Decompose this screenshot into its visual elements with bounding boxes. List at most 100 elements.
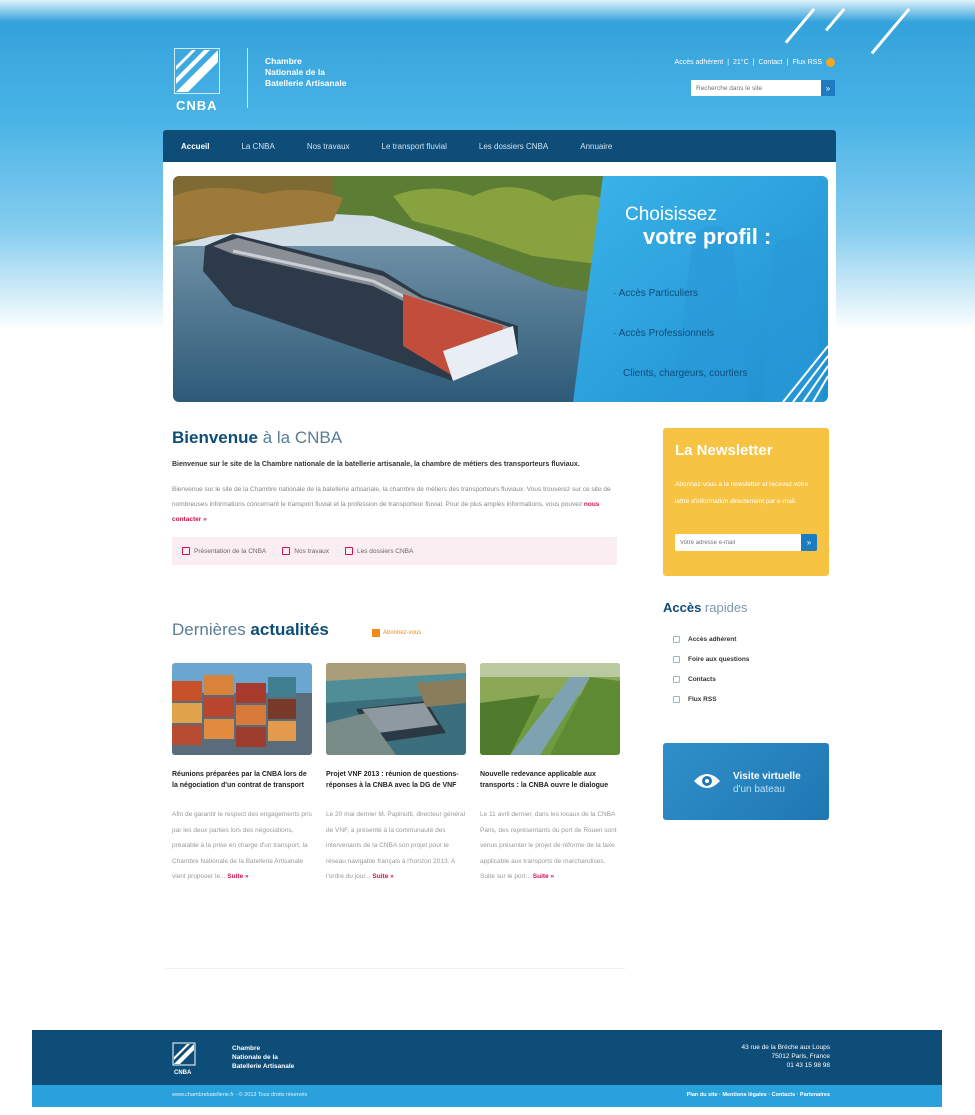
profile-link-particuliers[interactable]: · Accès Particuliers: [613, 288, 698, 299]
read-more-link[interactable]: Suite »: [227, 873, 248, 880]
news-heading: Dernières actualités: [172, 620, 329, 640]
org-name-line: Batellerie Artisanale: [265, 78, 347, 88]
quick-access-rss[interactable]: Flux RSS: [663, 689, 829, 709]
welcome-title: Bienvenue à la CNBA: [172, 428, 617, 448]
read-more-link[interactable]: Suite »: [372, 873, 393, 880]
newsletter-title: La Newsletter: [675, 442, 773, 459]
footer-copyright: www.chambrebatellerie.fr - © 2013 Tous d…: [172, 1092, 308, 1098]
footer-links[interactable]: Plan du site · Mentions légales · Contac…: [687, 1092, 830, 1098]
footer-logo-icon[interactable]: CNBA: [172, 1042, 198, 1076]
quick-link-dossiers[interactable]: Les dossiers CNBA: [344, 547, 414, 555]
profile-link-label: Accès Professionnels: [618, 328, 715, 339]
quick-access-title-bold: Accès: [663, 600, 702, 615]
hero-frame: Choisissez votre profil : · Accès Partic…: [163, 162, 836, 410]
news-card: Réunions préparées par la CNBA lors de l…: [172, 663, 312, 885]
quick-access-title: Accès rapides: [663, 600, 829, 615]
quick-access-member[interactable]: Accès adhérent: [663, 629, 829, 649]
quick-link-travaux[interactable]: Nos travaux: [282, 547, 329, 555]
separator: |: [727, 59, 730, 66]
welcome-quick-links: Présentation de la CNBA Nos travaux Les …: [172, 537, 617, 565]
rss-icon: [673, 695, 680, 703]
content-divider: [165, 968, 625, 969]
news-heading-light: Dernières: [172, 620, 251, 639]
newsletter-submit-button[interactable]: »: [801, 534, 817, 551]
news-title[interactable]: Réunions préparées par la CNBA lors de l…: [172, 769, 312, 791]
org-name-line: Nationale de la: [265, 67, 325, 77]
nav-item-accueil[interactable]: Accueil: [181, 142, 209, 151]
news-image-river[interactable]: [480, 663, 620, 755]
logo-divider: [247, 48, 248, 108]
read-more-link[interactable]: Suite »: [533, 873, 554, 880]
footer-phone: 01 43 15 98 98: [786, 1062, 830, 1069]
quick-access-label: Contacts: [688, 675, 716, 683]
containers-image: [172, 663, 312, 755]
question-icon: [673, 655, 680, 663]
welcome-title-rest: à la CNBA: [257, 428, 343, 447]
search-input[interactable]: [691, 80, 821, 96]
news-card: Nouvelle redevance applicable aux transp…: [480, 663, 620, 885]
news-excerpt: Le 11 avril dernier, dans les locaux de …: [480, 807, 620, 885]
water-surface-decoration: [0, 0, 975, 22]
contact-link[interactable]: Contact: [758, 59, 782, 66]
virtual-tour-line1: Visite virtuelle: [733, 771, 801, 782]
quick-access-contacts[interactable]: Contacts: [663, 669, 829, 689]
news-rss-subscribe[interactable]: Abonnez-vous: [372, 629, 421, 637]
quick-link-label: Présentation de la CNBA: [194, 547, 267, 555]
footer-logo-text: CNBA: [174, 1070, 192, 1076]
news-card: Projet VNF 2013 : réunion de questions-r…: [326, 663, 466, 885]
footer-org-line: Nationale de la: [232, 1054, 278, 1061]
search-form: »: [691, 80, 835, 96]
quick-access-label: Flux RSS: [688, 695, 717, 703]
footer-org-line: Batellerie Artisanale: [232, 1063, 295, 1070]
welcome-lead: Bienvenue sur le site de la Chambre nati…: [172, 461, 580, 468]
cnba-logo[interactable]: CNBA: [170, 48, 228, 116]
main-navigation: Accueil La CNBA Nos travaux Le transport…: [163, 130, 836, 162]
quick-link-presentation[interactable]: Présentation de la CNBA: [182, 547, 266, 555]
quick-access-list: Accès adhérent Foire aux questions Conta…: [663, 629, 829, 709]
separator: |: [786, 59, 789, 66]
virtual-tour-banner[interactable]: Visite virtuelle d'un bateau: [663, 743, 829, 820]
folder-icon: [344, 547, 353, 555]
site-footer: CNBA Chambre Nationale de la Batellerie …: [32, 1030, 942, 1085]
profile-link-clients[interactable]: Clients, chargeurs, courtiers: [623, 368, 748, 379]
barge-image: [326, 663, 466, 755]
quick-link-label: Les dossiers CNBA: [356, 547, 414, 555]
footer-address-line: 43 rue de la Bréche aux Loups: [741, 1044, 830, 1051]
hero-title-line2: votre profil :: [643, 224, 772, 249]
profile-link-professionnels[interactable]: · Accès Professionnels: [613, 328, 714, 339]
hero-title-line1: Choisissez: [625, 204, 717, 225]
rss-icon[interactable]: [826, 58, 835, 67]
nav-item-nos-travaux[interactable]: Nos travaux: [307, 142, 350, 151]
member-access-link[interactable]: Accès adhérent: [675, 59, 724, 66]
river-landscape-image: [480, 663, 620, 755]
profile-link-label: Accès Particuliers: [618, 288, 699, 299]
logo-mark-icon: [174, 48, 220, 94]
footer-address: 43 rue de la Bréche aux Loups 75012 Pari…: [741, 1043, 830, 1070]
nav-item-annuaire[interactable]: Annuaire: [580, 142, 612, 151]
nav-item-transport-fluvial[interactable]: Le transport fluvial: [382, 142, 447, 151]
quick-access-faq[interactable]: Foire aux questions: [663, 649, 829, 669]
key-icon: [673, 635, 680, 643]
logo-text: CNBA: [176, 98, 218, 113]
rss-icon: [372, 629, 380, 637]
newsletter-form: »: [675, 534, 817, 551]
news-image-containers[interactable]: [172, 663, 312, 755]
welcome-section: Bienvenue à la CNBA Bienvenue sur le sit…: [172, 428, 617, 565]
news-title[interactable]: Projet VNF 2013 : réunion de questions-r…: [326, 769, 466, 791]
newsletter-email-input[interactable]: [675, 534, 801, 551]
pin-icon: [182, 547, 190, 555]
newsletter-box: La Newsletter Abonnez-vous à la newslett…: [663, 428, 829, 576]
contacts-icon: [673, 675, 680, 683]
nav-item-dossiers[interactable]: Les dossiers CNBA: [479, 142, 548, 151]
news-image-barge[interactable]: [326, 663, 466, 755]
eye-icon: [694, 774, 720, 788]
nav-item-la-cnba[interactable]: La CNBA: [241, 142, 274, 151]
search-submit-button[interactable]: »: [821, 80, 835, 96]
briefcase-icon: [282, 547, 291, 555]
rss-link[interactable]: Flux RSS: [792, 59, 822, 66]
organization-name: Chambre Nationale de la Batellerie Artis…: [265, 56, 405, 89]
news-heading-bold: actualités: [250, 620, 329, 639]
hero-banner: Choisissez votre profil : · Accès Partic…: [173, 176, 828, 402]
news-title[interactable]: Nouvelle redevance applicable aux transp…: [480, 769, 620, 791]
quick-link-label: Nos travaux: [294, 547, 329, 555]
